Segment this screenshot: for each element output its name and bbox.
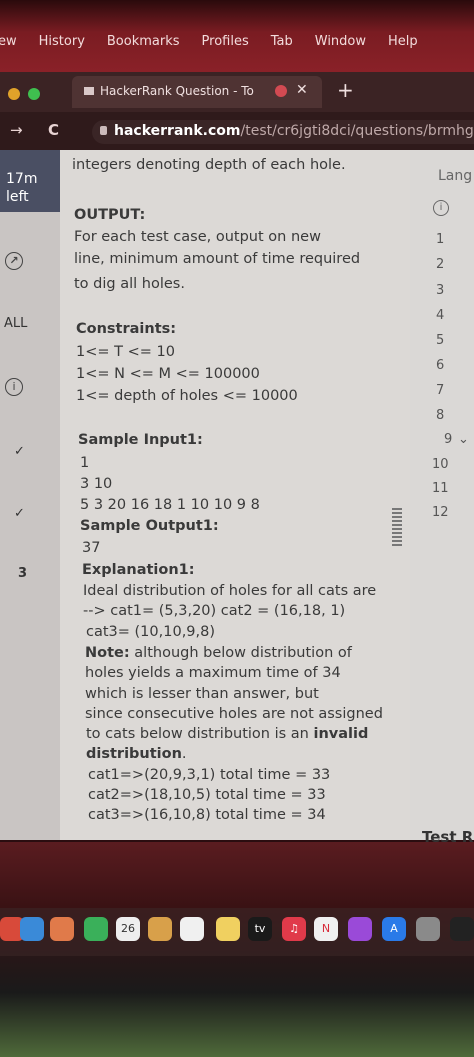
url-field[interactable]: hackerrank.com/test/cr6jgti8dci/question… — [92, 120, 474, 144]
apple-tv-icon[interactable]: tv — [248, 917, 272, 941]
line-number: 3 — [436, 283, 445, 298]
line-number: 8 — [436, 408, 445, 423]
hackerrank-favicon-icon — [84, 87, 94, 95]
news-icon[interactable]: N — [314, 917, 338, 941]
maximize-window-button[interactable] — [28, 88, 40, 100]
note-text: . — [181, 746, 187, 762]
sample-input-line: 1 — [80, 455, 90, 471]
music-icon[interactable]: ♫ — [282, 917, 306, 941]
note-text: although below distribution of — [129, 645, 352, 661]
timer-label: left — [6, 189, 29, 205]
menu-bookmarks[interactable]: Bookmarks — [107, 34, 180, 49]
reminders-icon[interactable] — [180, 917, 204, 941]
forward-arrow-icon[interactable]: → — [10, 121, 23, 139]
sample-output-value: 37 — [82, 540, 101, 556]
recording-icon — [275, 85, 287, 97]
note-label: Note: — [85, 645, 130, 661]
url-path: /test/cr6jgti8dci/questions/brmhgo — [240, 123, 474, 139]
podcasts-icon[interactable] — [348, 917, 372, 941]
url-domain: hackerrank.com — [114, 123, 241, 139]
fold-chevron-icon[interactable]: ⌄ — [458, 432, 469, 447]
app-store-icon[interactable]: A — [382, 917, 406, 941]
output-text-line: to dig all holes. — [74, 276, 185, 292]
invalid-text: invalid — [313, 726, 369, 742]
line-number: 11 — [432, 481, 449, 496]
explanation-line: --> cat1= (5,3,20) cat2 = (16,18, 1) — [83, 603, 346, 619]
menu-bar: ew History Bookmarks Profiles Tab Window… — [0, 0, 474, 72]
problem-text-line: integers denoting depth of each hole. — [72, 157, 346, 173]
line-number: 7 — [436, 383, 445, 398]
notes-icon[interactable] — [216, 917, 240, 941]
note-line: since consecutive holes are not assigned — [85, 706, 383, 722]
constraint-line: 1<= T <= 10 — [76, 344, 175, 360]
minimize-window-button[interactable] — [8, 88, 20, 100]
photos-icon[interactable] — [50, 917, 74, 941]
menu-history[interactable]: History — [39, 34, 85, 49]
distribution-text: distribution — [86, 746, 182, 762]
explanation-line: Ideal distribution of holes for all cats… — [83, 583, 377, 599]
cat-distribution-line: cat1=>(20,9,3,1) total time = 33 — [88, 767, 331, 783]
output-text-line: line, minimum amount of time required — [74, 251, 361, 267]
pane-resize-handle[interactable] — [392, 508, 402, 546]
line-number: 12 — [432, 505, 449, 520]
constraint-line: 1<= depth of holes <= 10000 — [76, 388, 298, 404]
terminal-icon[interactable] — [450, 917, 474, 941]
timer-value: 17m — [6, 171, 38, 187]
line-number: 5 — [436, 333, 445, 348]
menu-profiles[interactable]: Profiles — [202, 34, 249, 49]
menu-help[interactable]: Help — [388, 34, 418, 49]
explanation-heading: Explanation1: — [82, 562, 195, 578]
menu-window[interactable]: Window — [315, 34, 366, 49]
info-icon[interactable]: i — [5, 378, 23, 396]
note-line: to cats below distribution is an invalid — [86, 726, 368, 742]
finder-icon[interactable] — [20, 917, 44, 941]
browser-tab[interactable]: HackerRank Question - To ✕ — [72, 76, 322, 108]
menu-view[interactable]: ew — [0, 34, 17, 49]
time-left-badge: 17m left — [0, 150, 60, 212]
calendar-icon[interactable]: 26 — [116, 917, 140, 941]
close-tab-icon[interactable]: ✕ — [296, 82, 308, 98]
line-number: 1 — [436, 232, 445, 247]
line-number: 9 — [444, 432, 453, 447]
contacts-icon[interactable] — [148, 917, 172, 941]
sample-input-line: 3 10 — [80, 476, 113, 492]
sample-input-line: 5 3 20 16 18 1 10 10 9 8 — [80, 497, 260, 513]
note-line: Note: although below distribution of — [85, 645, 352, 661]
line-number: 10 — [432, 457, 449, 472]
note-line: holes yields a maximum time of 34 — [85, 665, 341, 681]
line-number: 2 — [436, 257, 445, 272]
cat-distribution-line: cat3=>(16,10,8) total time = 34 — [88, 807, 326, 823]
constraint-line: 1<= N <= M <= 100000 — [76, 366, 260, 382]
output-text-line: For each test case, output on new — [74, 229, 321, 245]
lock-icon — [100, 126, 107, 135]
constraints-heading: Constraints: — [76, 321, 177, 337]
note-line: distribution. — [86, 746, 187, 762]
all-questions-label[interactable]: ALL — [4, 316, 64, 331]
new-tab-button[interactable]: + — [337, 78, 354, 102]
line-number: 4 — [436, 308, 445, 323]
cat-distribution-line: cat2=>(18,10,5) total time = 33 — [88, 787, 326, 803]
language-selector[interactable]: Lang — [438, 168, 472, 184]
facetime-icon[interactable] — [84, 917, 108, 941]
sample-input-heading: Sample Input1: — [78, 432, 203, 448]
clock-icon[interactable]: ↗ — [5, 252, 23, 270]
line-number: 6 — [436, 358, 445, 373]
explanation-line: cat3= (10,10,9,8) — [86, 624, 216, 640]
sample-output-heading: Sample Output1: — [80, 518, 219, 534]
system-preferences-icon[interactable] — [416, 917, 440, 941]
tab-title: HackerRank Question - To — [100, 84, 254, 98]
reload-icon[interactable]: C — [48, 121, 59, 139]
address-bar: → C hackerrank.com/test/cr6jgti8dci/ques… — [0, 112, 474, 150]
output-heading: OUTPUT: — [74, 207, 146, 223]
menu-tab[interactable]: Tab — [271, 34, 293, 49]
info-icon[interactable]: i — [433, 200, 449, 216]
note-line: which is lesser than answer, but — [85, 686, 319, 702]
note-text: to cats below distribution is an — [86, 726, 314, 742]
